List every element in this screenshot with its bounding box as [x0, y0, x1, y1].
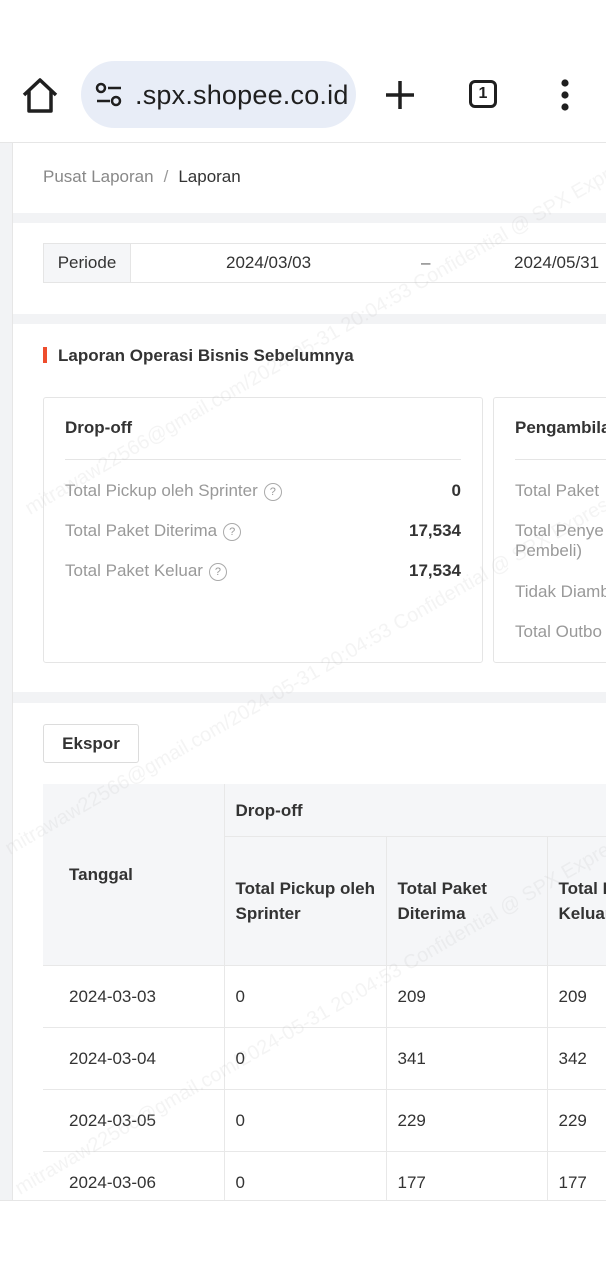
report-table: Tanggal Drop-off Total Pickup oleh Sprin…	[43, 784, 606, 1200]
metric-row-pickup: Total Pickup oleh Sprinter? 0	[65, 481, 461, 501]
breadcrumb: Pusat Laporan / Laporan	[43, 167, 241, 187]
cell-received: 209	[386, 966, 547, 1028]
header-line: Sprinter	[236, 904, 301, 923]
metric-value: 17,534	[409, 521, 461, 541]
table-row: 2024-03-04 0 341 342	[43, 1028, 606, 1090]
column-header-out: Total P Keluar	[547, 837, 606, 966]
site-settings-icon[interactable]	[94, 82, 124, 108]
home-icon[interactable]	[18, 75, 62, 115]
more-menu-icon[interactable]	[555, 78, 575, 112]
period-range-picker[interactable]: Periode 2024/03/03 – 2024/05/31	[43, 243, 606, 283]
breadcrumb-parent-link[interactable]: Pusat Laporan	[43, 167, 154, 186]
cell-pickup: 0	[224, 1152, 386, 1201]
browser-toolbar: .spx.shopee.co.id 1	[0, 42, 606, 143]
url-text: .spx.shopee.co.id	[135, 80, 349, 111]
cell-out: 177	[547, 1152, 606, 1201]
cell-received: 177	[386, 1152, 547, 1201]
new-tab-icon[interactable]	[382, 77, 418, 113]
column-group-dropoff: Drop-off	[224, 784, 606, 837]
column-header-date: Tanggal	[43, 784, 224, 966]
metric-label: Total Outbo	[515, 622, 606, 642]
metric-label: Total Paket Keluar	[65, 561, 203, 580]
cell-received: 341	[386, 1028, 547, 1090]
metric-row-out: Total Paket Keluar? 17,534	[65, 561, 461, 581]
metric-label: Total Paket	[515, 481, 606, 501]
page-content: Pusat Laporan / Laporan Periode 2024/03/03…	[0, 143, 606, 1200]
status-bar	[0, 0, 606, 42]
cell-date: 2024-03-03	[43, 966, 224, 1028]
metric-row-received: Total Paket Diterima? 17,534	[65, 521, 461, 541]
section-title-text: Laporan Operasi Bisnis Sebelumnya	[58, 346, 354, 365]
export-button[interactable]: Ekspor	[43, 724, 139, 763]
cell-out: 342	[547, 1028, 606, 1090]
divider	[515, 459, 606, 460]
dropoff-metric-card: Drop-off Total Pickup oleh Sprinter? 0 T…	[43, 397, 483, 663]
period-end-date[interactable]: 2024/05/31	[514, 244, 599, 282]
table-row: 2024-03-03 0 209 209	[43, 966, 606, 1028]
header-line: Keluar	[559, 904, 606, 923]
table-row: 2024-03-05 0 229 229	[43, 1090, 606, 1152]
help-icon[interactable]: ?	[223, 523, 241, 541]
breadcrumb-separator: /	[164, 167, 169, 186]
cell-received: 229	[386, 1090, 547, 1152]
period-start-date[interactable]: 2024/03/03	[226, 244, 311, 282]
address-bar[interactable]: .spx.shopee.co.id	[81, 61, 356, 128]
cell-date: 2024-03-06	[43, 1152, 224, 1201]
help-icon[interactable]: ?	[264, 483, 282, 501]
cell-date: 2024-03-04	[43, 1028, 224, 1090]
period-label: Periode	[44, 244, 131, 282]
header-line: Total Paket	[398, 879, 487, 898]
header-line: Diterima	[398, 904, 466, 923]
cell-date: 2024-03-05	[43, 1090, 224, 1152]
header-line: Total P	[559, 879, 606, 898]
cell-pickup: 0	[224, 1090, 386, 1152]
bottom-blank-area	[0, 1200, 606, 1281]
table-row: 2024-03-06 0 177 177	[43, 1152, 606, 1201]
column-header-received: Total Paket Diterima	[386, 837, 547, 966]
pickup-metric-card: Pengambila Total Paket Total Penye Pembe…	[493, 397, 606, 663]
section-accent-bar	[43, 347, 47, 363]
period-dash: –	[421, 244, 430, 282]
cell-pickup: 0	[224, 966, 386, 1028]
pickup-card-title: Pengambila	[515, 418, 606, 438]
cell-out: 229	[547, 1090, 606, 1152]
help-icon[interactable]: ?	[209, 563, 227, 581]
section-title: Laporan Operasi Bisnis Sebelumnya	[43, 346, 354, 366]
metric-label: Total Paket Diterima	[65, 521, 217, 540]
dropoff-card-title: Drop-off	[65, 418, 132, 438]
cell-out: 209	[547, 966, 606, 1028]
metric-label: Total Penye	[515, 521, 606, 541]
metric-label: Pembeli)	[515, 541, 606, 561]
metric-value: 17,534	[409, 561, 461, 581]
breadcrumb-current: Laporan	[178, 167, 240, 186]
divider	[65, 459, 461, 460]
tab-switcher-button[interactable]: 1	[469, 80, 497, 108]
column-header-pickup: Total Pickup oleh Sprinter	[224, 837, 386, 966]
metric-value: 0	[452, 481, 461, 501]
metric-label: Tidak Diamb	[515, 582, 606, 602]
cell-pickup: 0	[224, 1028, 386, 1090]
metric-label: Total Pickup oleh Sprinter	[65, 481, 258, 500]
header-line: Total Pickup oleh	[236, 879, 375, 898]
